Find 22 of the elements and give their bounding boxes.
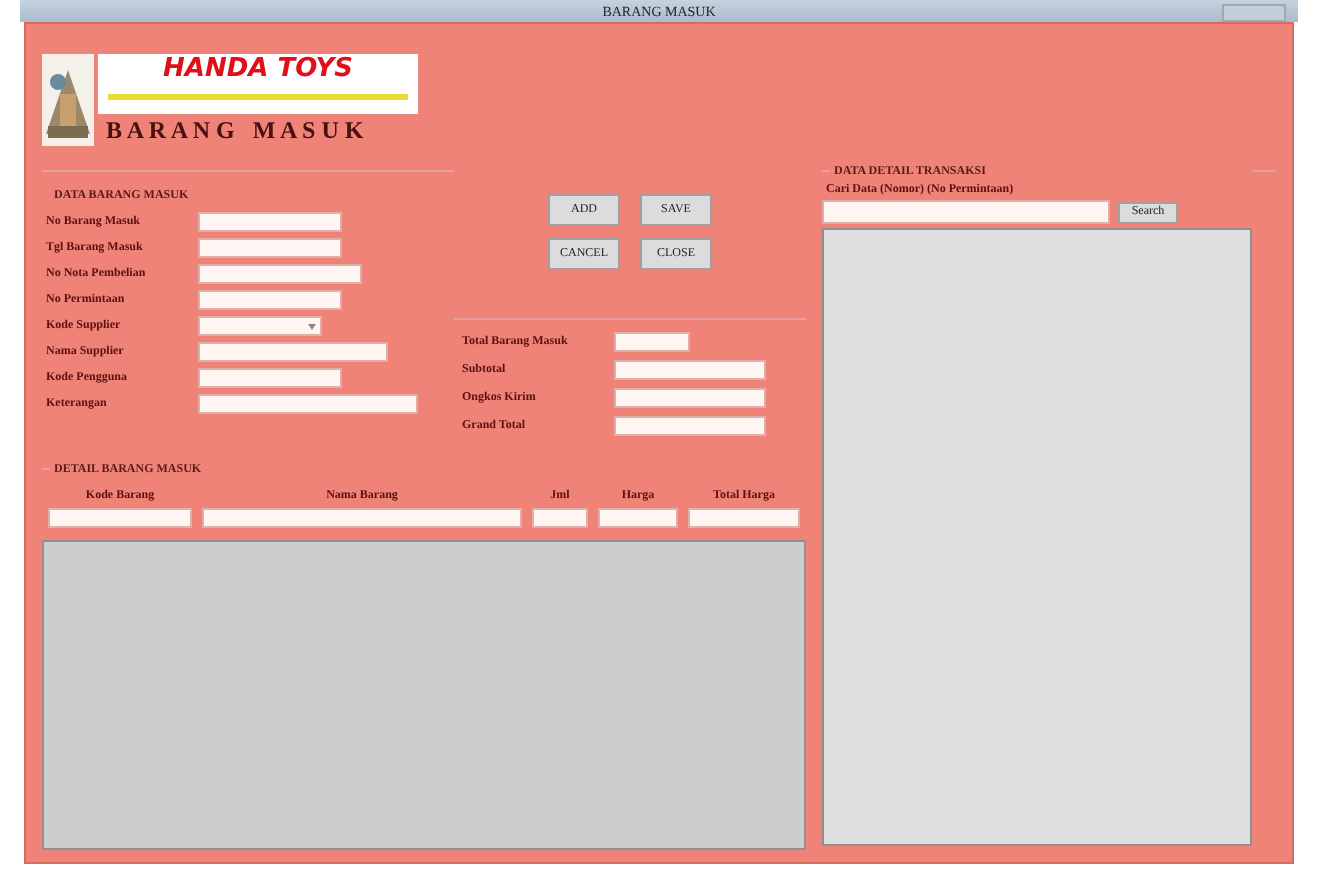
input-field[interactable]: [614, 388, 766, 408]
input-field[interactable]: [198, 393, 418, 413]
input-field[interactable]: [614, 360, 766, 380]
page-title: B A R A N G M A S U K: [104, 114, 366, 146]
search-field[interactable]: [822, 200, 1110, 224]
brand-name: HANDA TOYS: [163, 54, 353, 86]
caret-icon: [308, 323, 316, 329]
input-field[interactable]: [48, 508, 192, 528]
input-field[interactable]: [198, 263, 362, 283]
input-field[interactable]: [598, 508, 678, 528]
input-field[interactable]: [614, 416, 766, 436]
window-controls-icon[interactable]: [1222, 4, 1286, 22]
input-field[interactable]: [614, 332, 690, 352]
input-field[interactable]: [198, 367, 342, 387]
input-field[interactable]: [688, 508, 800, 528]
input-field[interactable]: [198, 289, 342, 309]
input-field[interactable]: [198, 237, 342, 257]
input-field[interactable]: [202, 508, 522, 528]
dropdown-field[interactable]: [198, 315, 322, 335]
input-field[interactable]: [532, 508, 588, 528]
input-field[interactable]: [198, 341, 388, 361]
input-field[interactable]: [198, 211, 342, 231]
